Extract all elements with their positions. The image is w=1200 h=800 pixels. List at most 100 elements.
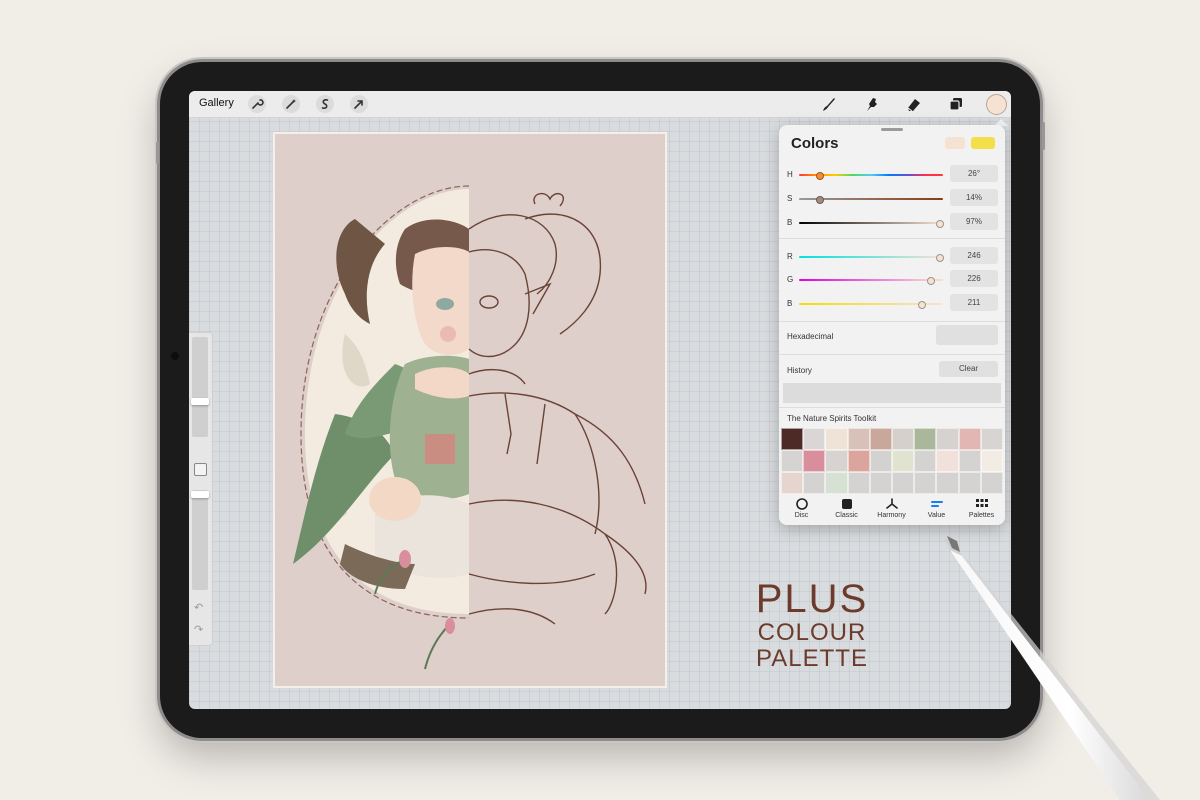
- headline-plus: PLUS: [755, 577, 869, 621]
- palette-swatch[interactable]: [825, 428, 848, 450]
- smudge-icon[interactable]: [862, 94, 882, 114]
- divider: [779, 321, 1005, 322]
- colors-title: Colors: [791, 135, 839, 152]
- green-value[interactable]: 226: [950, 270, 998, 287]
- green-label: G: [787, 275, 794, 284]
- palette-grid: [781, 428, 1003, 494]
- palette-swatch[interactable]: [980, 428, 1003, 450]
- brush-size-slider[interactable]: [192, 337, 208, 437]
- palette-swatch[interactable]: [847, 472, 870, 494]
- blue-slider-thumb[interactable]: [918, 301, 926, 309]
- current-color-button[interactable]: [986, 94, 1007, 115]
- palette-swatch[interactable]: [869, 472, 892, 494]
- palette-swatch[interactable]: [869, 428, 892, 450]
- classic-square-icon: [841, 499, 852, 509]
- layers-icon[interactable]: [946, 94, 966, 114]
- red-label: R: [787, 252, 793, 261]
- red-value[interactable]: 246: [950, 247, 998, 264]
- blue-slider[interactable]: [799, 301, 943, 309]
- undo-icon[interactable]: ↶: [194, 601, 203, 614]
- hue-label: H: [787, 170, 793, 179]
- tab-disc[interactable]: Disc: [779, 497, 824, 519]
- camera-icon: [171, 352, 179, 360]
- brightness-slider[interactable]: [799, 220, 944, 228]
- previous-color-swatch[interactable]: [971, 137, 995, 149]
- palette-swatch[interactable]: [803, 450, 826, 472]
- tab-palettes-label: Palettes: [968, 512, 995, 519]
- modify-button[interactable]: [194, 463, 207, 476]
- palette-swatch[interactable]: [803, 472, 826, 494]
- hexadecimal-field[interactable]: [936, 325, 998, 345]
- magic-wand-icon[interactable]: [281, 94, 301, 114]
- palette-swatch[interactable]: [781, 472, 804, 494]
- eraser-icon[interactable]: [904, 94, 924, 114]
- palette-swatch[interactable]: [914, 472, 937, 494]
- color-mode-tabbar: Disc Classic Harmony Value Palettes: [779, 495, 1005, 525]
- palette-swatch[interactable]: [891, 450, 915, 472]
- selection-icon[interactable]: [315, 94, 335, 114]
- tab-disc-label: Disc: [794, 512, 809, 519]
- saturation-slider-thumb[interactable]: [816, 196, 824, 204]
- palette-swatch[interactable]: [958, 450, 981, 472]
- palette-swatch[interactable]: [891, 472, 915, 494]
- tab-classic-label: Classic: [835, 512, 858, 519]
- artwork-canvas[interactable]: [273, 132, 667, 688]
- palette-swatch[interactable]: [914, 450, 937, 472]
- redo-icon[interactable]: ↷: [194, 623, 203, 636]
- clear-history-button[interactable]: Clear: [939, 361, 998, 377]
- palette-swatch[interactable]: [803, 428, 826, 450]
- palette-swatch[interactable]: [825, 472, 848, 494]
- hue-value[interactable]: 26°: [950, 165, 998, 182]
- red-slider[interactable]: [799, 254, 944, 262]
- current-color-swatch[interactable]: [945, 137, 965, 149]
- palette-swatch[interactable]: [781, 450, 804, 472]
- palette-swatch[interactable]: [869, 450, 892, 472]
- brush-icon[interactable]: [819, 94, 839, 114]
- palette-swatch[interactable]: [936, 428, 959, 450]
- panel-grabber[interactable]: [881, 128, 903, 131]
- blue-value[interactable]: 211: [950, 294, 998, 311]
- tab-value[interactable]: Value: [914, 497, 959, 519]
- palette-swatch[interactable]: [958, 472, 981, 494]
- saturation-value[interactable]: 14%: [950, 189, 998, 206]
- opacity-thumb[interactable]: [191, 491, 209, 498]
- palette-swatch[interactable]: [781, 428, 804, 450]
- saturation-slider[interactable]: [799, 196, 943, 204]
- brightness-slider-thumb[interactable]: [936, 220, 944, 228]
- top-toolbar: Gallery: [189, 91, 1011, 118]
- opacity-slider[interactable]: [192, 490, 208, 590]
- wrench-icon[interactable]: [247, 94, 267, 114]
- palette-swatch[interactable]: [936, 450, 959, 472]
- palette-swatch[interactable]: [936, 472, 959, 494]
- power-button: [1042, 122, 1045, 150]
- tab-palettes[interactable]: Palettes: [959, 497, 1004, 519]
- transform-arrow-icon[interactable]: [349, 94, 369, 114]
- tab-harmony[interactable]: Harmony: [869, 497, 914, 519]
- palette-swatch[interactable]: [847, 428, 870, 450]
- tab-classic[interactable]: Classic: [824, 497, 869, 519]
- hue-slider-thumb[interactable]: [816, 172, 824, 180]
- tab-value-label: Value: [927, 512, 946, 519]
- harmony-icon: [885, 498, 898, 509]
- hue-slider[interactable]: [799, 172, 943, 180]
- red-slider-thumb[interactable]: [936, 254, 944, 262]
- palette-swatch[interactable]: [980, 472, 1003, 494]
- palette-swatch[interactable]: [891, 428, 915, 450]
- brush-size-thumb[interactable]: [191, 398, 209, 405]
- palette-swatch[interactable]: [980, 450, 1003, 472]
- headline-colour-palette: COLOUR PALETTE: [756, 619, 868, 672]
- value-sliders-icon: [930, 501, 943, 507]
- brightness-value[interactable]: 97%: [950, 213, 998, 230]
- tab-harmony-label: Harmony: [877, 512, 906, 519]
- green-slider-thumb[interactable]: [927, 277, 935, 285]
- green-slider[interactable]: [799, 277, 943, 285]
- hexadecimal-label: Hexadecimal: [787, 332, 834, 341]
- palette-swatch[interactable]: [825, 450, 848, 472]
- palette-swatch[interactable]: [914, 428, 937, 450]
- palette-swatch[interactable]: [958, 428, 981, 450]
- promo-headline: PLUS COLOUR PALETTE: [700, 578, 924, 672]
- gallery-button[interactable]: Gallery: [199, 97, 234, 109]
- palette-name: The Nature Spirits Toolkit: [787, 414, 877, 423]
- palette-swatch[interactable]: [847, 450, 870, 472]
- brightness-label: B: [787, 218, 793, 227]
